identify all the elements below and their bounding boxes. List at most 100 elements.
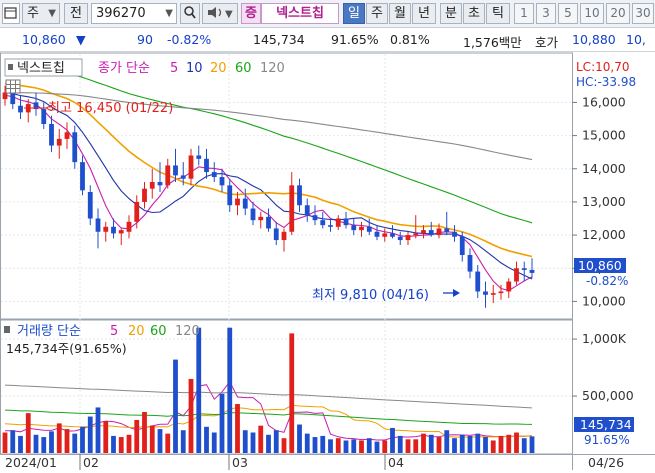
volume-bar	[529, 436, 535, 453]
hc-label: HC:-33.98	[576, 75, 636, 89]
price-tick-label: 12,000	[582, 227, 626, 242]
stock-code-input[interactable]: 396270 ▼	[91, 3, 177, 24]
candle-down	[483, 291, 488, 295]
candle-down	[250, 208, 256, 221]
candle-down	[444, 228, 450, 232]
current-change-tag: -0.82%	[586, 274, 628, 288]
chart-area[interactable]: 16,00015,00014,00013,00012,00011,00010,0…	[0, 52, 655, 470]
candle-down	[328, 225, 333, 227]
interval-3[interactable]: 3	[536, 3, 556, 24]
candle-down	[304, 205, 310, 216]
stock-name-display: 넥스트칩	[261, 3, 339, 24]
candle-down	[475, 271, 481, 292]
volume-bar	[436, 437, 442, 453]
volume-bar	[413, 439, 419, 453]
volume-bar	[452, 438, 457, 453]
volume-bar	[180, 430, 186, 453]
compare-button[interactable]: 전	[64, 3, 88, 24]
candle-down	[343, 218, 349, 226]
ask-label: 호가	[535, 35, 559, 50]
candle-up	[359, 226, 364, 231]
panel-handle-icon	[8, 64, 13, 70]
volume-bar	[498, 435, 504, 453]
period-month[interactable]: 월	[389, 3, 411, 24]
candle-up	[165, 165, 171, 186]
price-volume-chart[interactable]: 16,00015,00014,00013,00012,00011,00010,0…	[0, 52, 655, 470]
volume-bar	[87, 416, 93, 453]
vlegend-ma120: 120	[175, 324, 200, 339]
trade-amount: 1,576백만	[463, 35, 522, 50]
date-tick-label: 2024/01	[5, 455, 57, 470]
volume-bar	[95, 407, 101, 453]
volume-bar	[2, 432, 8, 453]
current-volume-pct: 91.65%	[584, 433, 630, 447]
volume-bar	[242, 430, 248, 453]
period-year[interactable]: 년	[412, 3, 436, 24]
market-selector[interactable]: 주 ▼	[22, 3, 60, 24]
volume-bar	[149, 425, 155, 453]
volume-bar	[467, 435, 473, 453]
interval-5[interactable]: 5	[558, 3, 578, 24]
speaker-icon[interactable]: ▼	[202, 3, 238, 24]
legend-ma60: 60	[235, 61, 252, 76]
ask-price: 10,880	[572, 32, 616, 47]
table-grid-icon[interactable]	[5, 79, 21, 94]
candle-up	[118, 230, 124, 234]
volume-bar	[475, 433, 481, 453]
search-icon[interactable]	[180, 3, 200, 24]
interval-30[interactable]: 30	[632, 3, 654, 24]
volume-bar	[521, 438, 527, 453]
candle-up	[258, 216, 264, 221]
vlegend-ma20: 20	[128, 324, 145, 339]
price-tick-label: 15,000	[582, 128, 626, 143]
volume-bar	[506, 434, 512, 453]
volume-bar	[428, 434, 434, 453]
volume-bar	[227, 327, 233, 453]
chart-toolbar: 주 ▼ 전 396270 ▼ ▼ 증 넥스트칩 일 주 월 년 분 초 틱 1 …	[0, 0, 655, 28]
date-tick-label: 04/26	[588, 455, 624, 470]
candle-down	[266, 216, 271, 229]
candle-down	[41, 109, 47, 124]
candle-up	[281, 231, 287, 241]
volume-bar	[204, 426, 209, 453]
period-day[interactable]: 일	[343, 3, 365, 24]
interval-10[interactable]: 10	[580, 3, 604, 24]
candle-down	[521, 268, 527, 270]
candle-down	[227, 185, 233, 206]
interval-20[interactable]: 20	[606, 3, 630, 24]
period-tick[interactable]: 틱	[486, 3, 510, 24]
volume-bar	[483, 437, 488, 453]
chart-window-icon[interactable]	[2, 3, 20, 24]
candle-up	[405, 235, 411, 241]
candle-down	[529, 269, 535, 273]
volume-bar	[421, 433, 426, 453]
date-tick-label: 02	[83, 455, 99, 470]
lc-label: LC:10,70	[576, 60, 629, 74]
volume-bar	[103, 421, 109, 453]
period-week[interactable]: 주	[366, 3, 388, 24]
volume-bar	[312, 437, 318, 453]
volume-bar	[359, 440, 364, 453]
date-tick-label: 04	[388, 455, 404, 470]
volume-bar	[72, 433, 78, 453]
chevron-down-icon: ▼	[165, 8, 173, 19]
candle-down	[87, 191, 93, 219]
candle-down	[72, 132, 78, 163]
volume-bar	[41, 437, 47, 453]
candle-down	[80, 162, 85, 191]
svg-text:▼: ▼	[225, 9, 233, 20]
volume-bar	[219, 393, 225, 453]
interval-1[interactable]: 1	[514, 3, 534, 24]
candle-up	[382, 233, 388, 237]
price-change-pct: -0.82%	[167, 32, 212, 47]
candle-up	[142, 188, 147, 202]
candle-down	[196, 155, 202, 159]
volume-bar	[25, 413, 31, 453]
candle-up	[188, 155, 194, 179]
period-minute[interactable]: 분	[440, 3, 462, 24]
candle-down	[10, 92, 16, 105]
period-second[interactable]: 초	[463, 3, 485, 24]
candle-down	[242, 198, 248, 209]
volume-bar	[111, 435, 116, 453]
volume-bar	[366, 438, 372, 453]
